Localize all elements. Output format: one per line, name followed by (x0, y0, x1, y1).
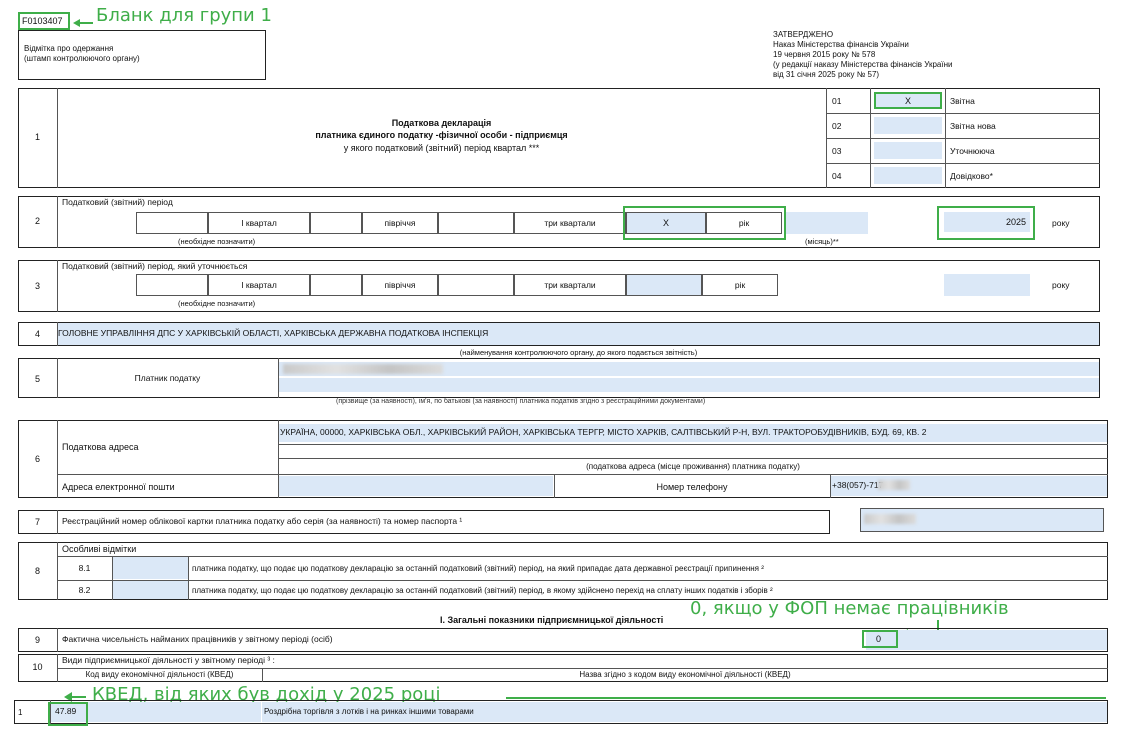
approved-3: 19 червня 2015 року № 578 (773, 50, 876, 59)
employees-field[interactable] (866, 630, 1107, 650)
period-mark-note: (необхідне позначити) (178, 237, 256, 246)
stamp-label-2: (штамп контролюючого органу) (24, 54, 140, 63)
type-label-02: Звітна нова (950, 121, 996, 131)
period-q1-mark[interactable] (136, 212, 208, 234)
period-q3-mark[interactable] (438, 212, 514, 234)
section-7-number: 7 (34, 517, 40, 527)
employees-label: Фактична чисельність найманих працівникі… (62, 634, 333, 644)
corrected-half-mark[interactable] (310, 274, 362, 296)
period-label: Податковий (звітний) період (62, 197, 173, 207)
special-mark-code-2: 8.2 (78, 585, 91, 595)
activities-col-name: Назва згідно з кодом виду економічної ді… (579, 670, 791, 679)
taxpayer-name-field-2[interactable] (279, 378, 1099, 392)
period-half-mark[interactable] (310, 212, 362, 234)
corrected-mark-note: (необхідне позначити) (178, 299, 256, 308)
annotation-year-highlight (937, 206, 1035, 240)
taxpayer-note: (прізвище (за наявності), ім'я, по батьк… (336, 398, 706, 405)
form-code: F0103407 (22, 16, 63, 26)
period-q1-label: I квартал (241, 218, 277, 228)
type-label-01: Звітна (950, 96, 975, 106)
passport-blurred (864, 514, 916, 524)
corrected-year-label: рік (734, 280, 746, 290)
corrected-q1-label: I квартал (241, 280, 277, 290)
section-4-number: 4 (34, 329, 40, 339)
special-mark-text-2: платника податку, що подає цю податкову … (192, 586, 773, 595)
special-mark-field-2[interactable] (113, 581, 188, 599)
period-month-field[interactable] (786, 212, 868, 234)
period-q3-label: три квартали (544, 218, 596, 228)
annotation-period-highlight (623, 206, 786, 240)
type-mark-03[interactable] (874, 142, 942, 159)
section-2-number: 2 (34, 216, 40, 226)
corrected-half-label: півріччя (384, 280, 416, 290)
tax-office-note: (найменування контролюючого органу, до я… (459, 348, 698, 357)
approved-2: Наказ Міністерства фінансів України (773, 40, 909, 49)
corrected-year-mark[interactable] (626, 274, 702, 296)
declaration-subtitle: платника єдиного податку -фізичної особи… (315, 130, 568, 140)
phone-blurred (878, 480, 910, 490)
declaration-period-note: у якого податковий (звітний) період квар… (343, 143, 540, 153)
special-mark-code-1: 8.1 (78, 563, 91, 573)
approved-5: від 31 січня 2025 року № 57) (773, 70, 880, 79)
activities-label: Види підприємницької діяльності у звітно… (62, 655, 275, 665)
corrected-q3-mark[interactable] (438, 274, 514, 296)
corrected-q3-label: три квартали (544, 280, 596, 290)
period-half-label: півріччя (384, 218, 416, 228)
annotation-employees-highlight (862, 630, 898, 648)
special-marks-label: Особливі відмітки (62, 544, 137, 554)
part-1-title: I. Загальні показники підприємницької ді… (440, 615, 664, 625)
corrected-year-word: року (1052, 280, 1070, 290)
phone-value: +38(057)-717 (832, 480, 884, 490)
address-note: (податкова адреса (місце проживання) пла… (586, 462, 800, 471)
type-mark-01-value: X (904, 96, 911, 106)
section-5-number: 5 (34, 374, 40, 384)
corrected-year-field[interactable] (944, 274, 1030, 296)
annotation-kved-line (506, 697, 1106, 699)
type-mark-02[interactable] (874, 117, 942, 134)
tax-office-value: ГОЛОВНЕ УПРАВЛІННЯ ДПС У ХАРКІВСЬКІЙ ОБЛ… (58, 328, 489, 338)
annotation-zero-employees: 0, якщо у ФОП немає працівників (690, 598, 1009, 619)
section-9-number: 9 (34, 635, 40, 645)
corrected-period-label: Податковий (звітний) період, який уточню… (62, 261, 248, 271)
approved-1: ЗАТВЕРДЖЕНО (773, 30, 834, 39)
kved-row-number: 1 (18, 708, 23, 717)
phone-label: Номер телефону (656, 482, 728, 492)
period-month-note: (місяць)** (805, 237, 839, 246)
section-10-number: 10 (32, 662, 43, 672)
type-code-02: 02 (832, 121, 842, 131)
type-code-01: 01 (832, 96, 842, 106)
passport-label: Реєстраційний номер облікової картки пла… (62, 516, 463, 526)
activities-col-kved: Код виду економічної діяльності (КВЕД) (85, 670, 234, 679)
section-6-number: 6 (34, 454, 40, 464)
special-mark-field-1[interactable] (113, 557, 188, 579)
declaration-title: Податкова декларація (391, 118, 492, 128)
annotation-kved-highlight (48, 702, 88, 726)
approved-4: (у редакції наказу Міністерства фінансів… (773, 60, 953, 69)
type-mark-04[interactable] (874, 167, 942, 184)
kved-name-value: Роздрібна торгівля з лотків і на ринках … (264, 707, 474, 716)
corrected-q1-mark[interactable] (136, 274, 208, 296)
arrow-icon (73, 15, 93, 27)
taxpayer-label: Платник податку (134, 373, 201, 383)
taxpayer-name-blurred (283, 364, 443, 374)
type-code-04: 04 (832, 171, 842, 181)
address-label: Податкова адреса (62, 442, 139, 452)
address-value: УКРАЇНА, 00000, ХАРКІВСЬКА ОБЛ., ХАРКІВС… (280, 427, 927, 437)
type-label-04: Довідково* (950, 171, 993, 181)
section-1-number: 1 (34, 132, 40, 142)
type-label-03: Уточнююча (950, 146, 995, 156)
section-3-number: 3 (34, 281, 40, 291)
annotation-form-group: Бланк для групи 1 (96, 5, 272, 26)
special-mark-text-1: платника податку, що подає цю податкову … (192, 564, 764, 573)
type-code-03: 03 (832, 146, 842, 156)
section-8-number: 8 (34, 566, 40, 576)
email-field[interactable] (279, 476, 553, 496)
year-word: року (1052, 218, 1070, 228)
stamp-label-1: Відмітка про одержання (24, 44, 114, 53)
email-label: Адреса електронної пошти (62, 482, 175, 492)
